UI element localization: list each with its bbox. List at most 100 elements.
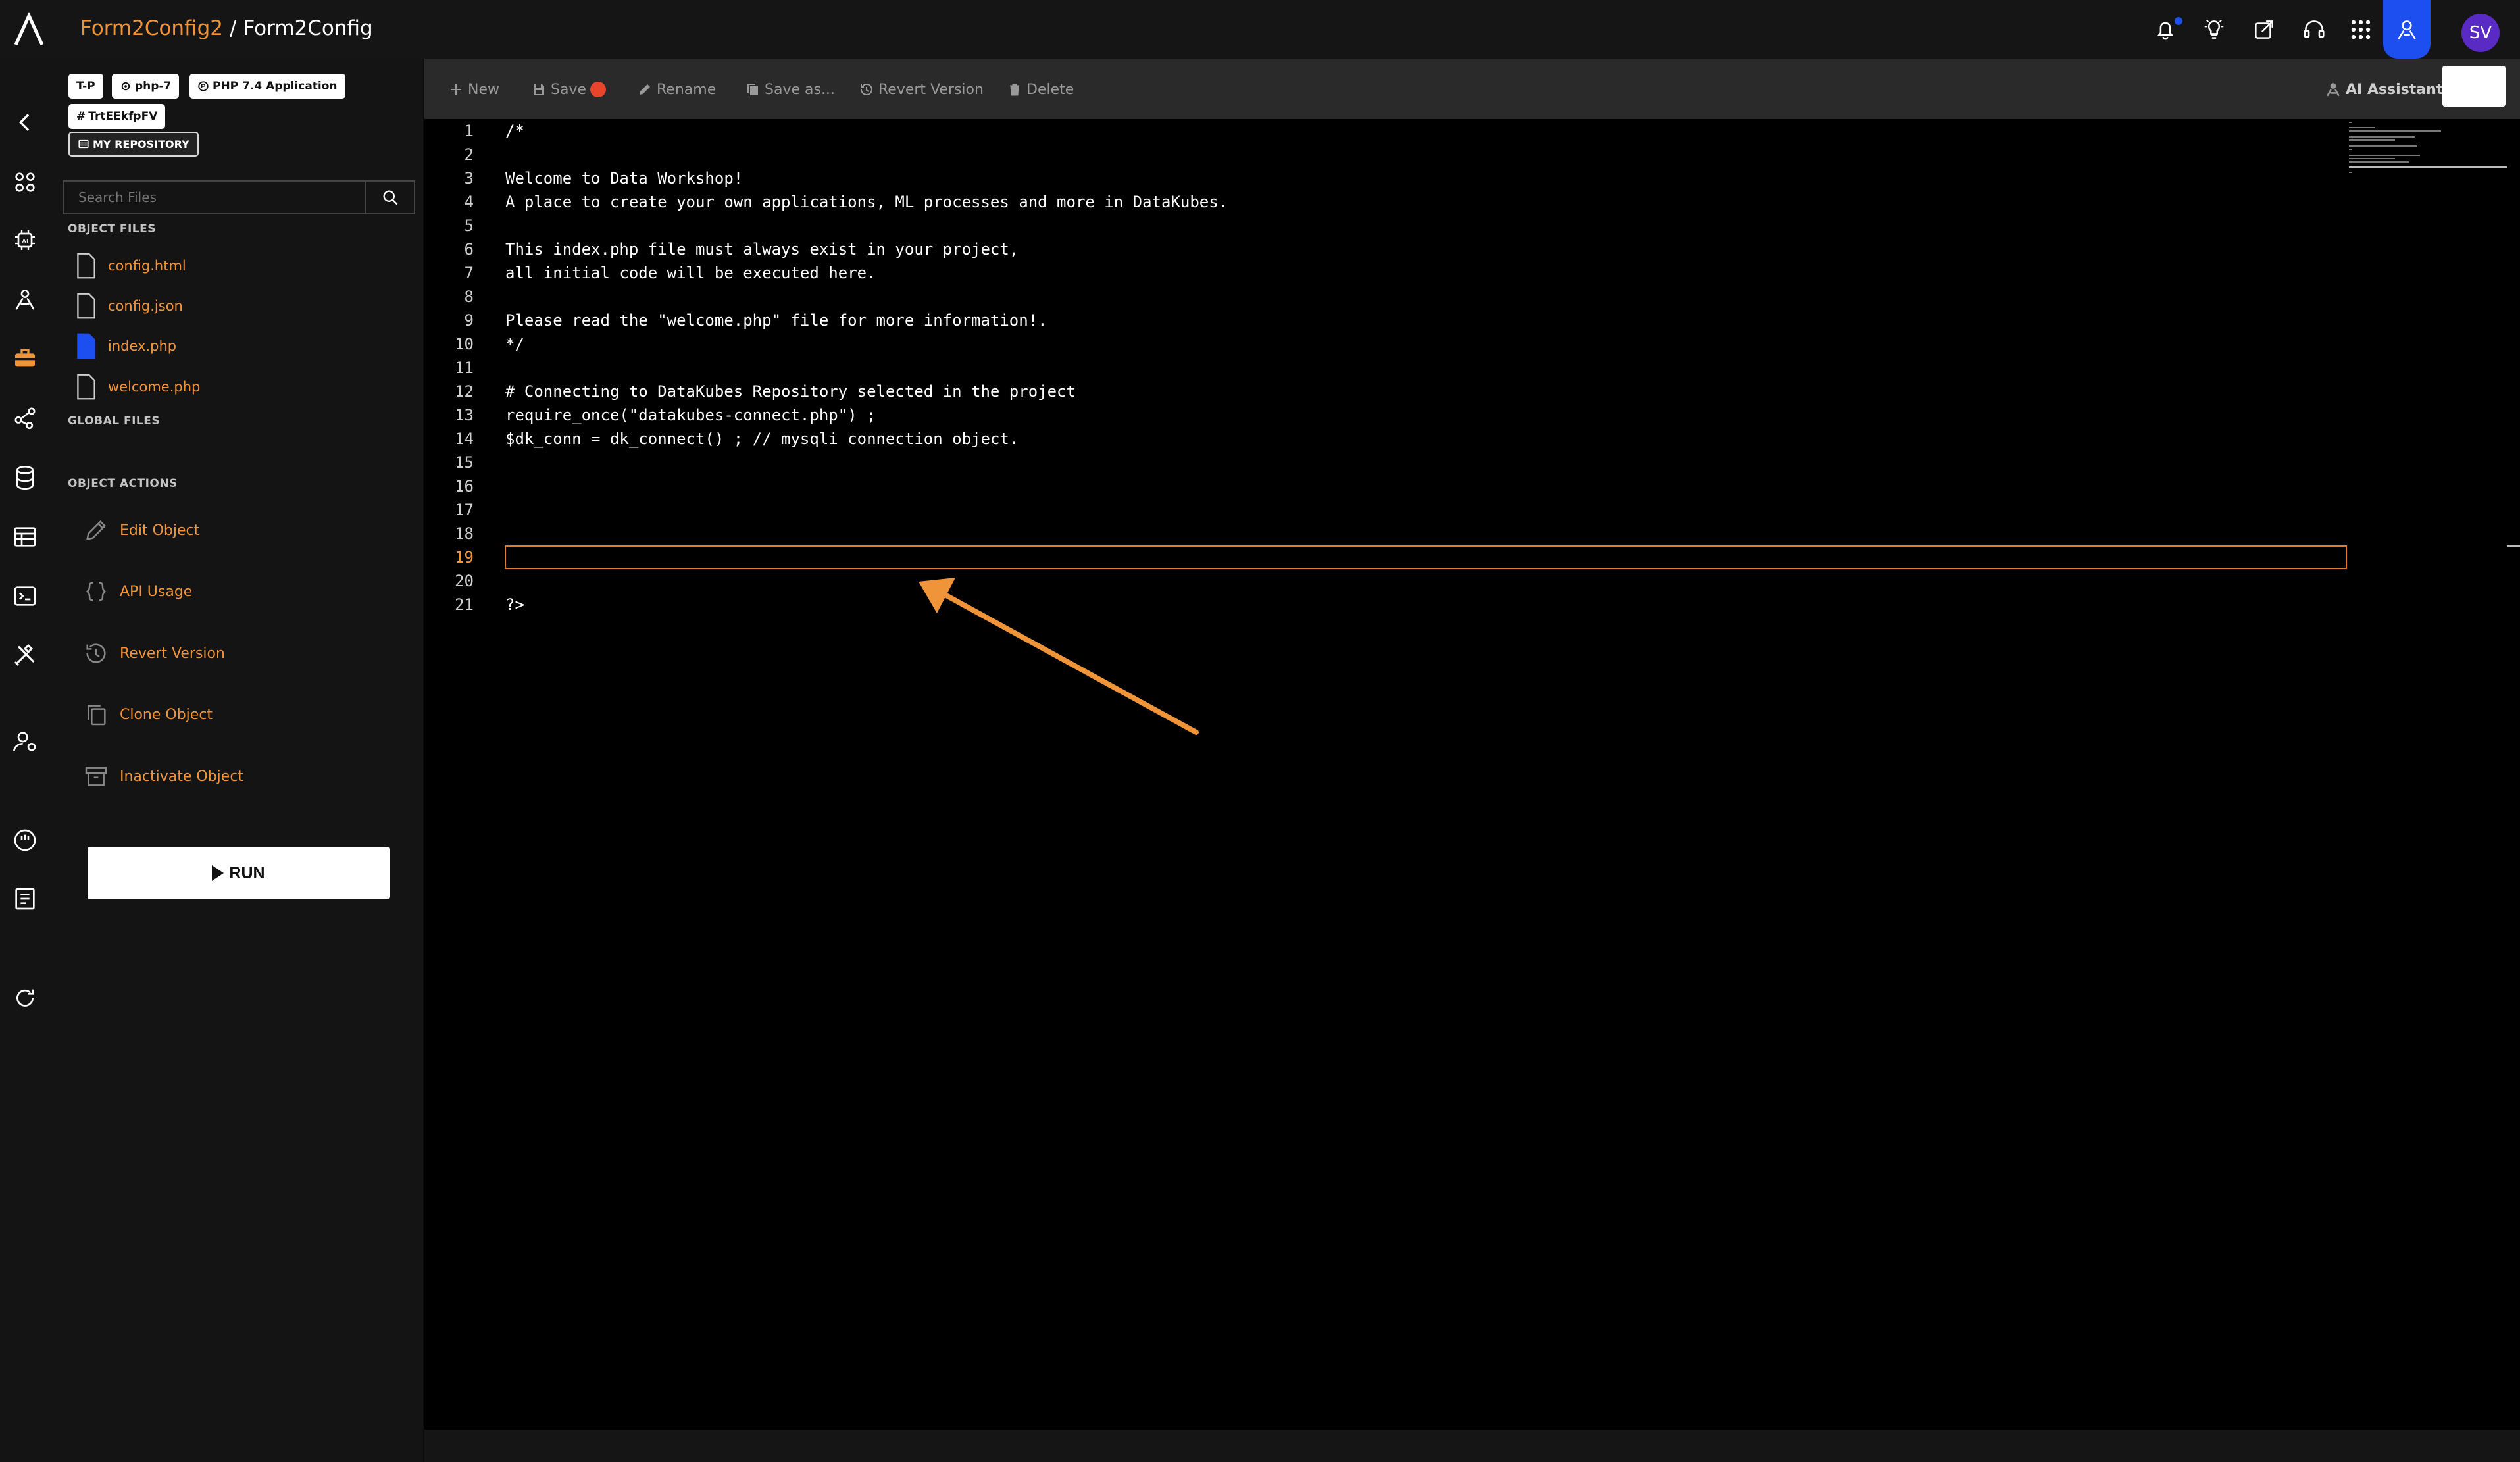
code-line[interactable]: 9 Please read the "welcome.php" file for … [424, 309, 2520, 332]
save-as-button[interactable]: Save as... [745, 75, 835, 104]
action-label: Clone Object [120, 706, 213, 723]
table-icon[interactable] [8, 520, 42, 554]
file-item[interactable]: config.html [75, 249, 186, 282]
section-object-actions: OBJECT ACTIONS [68, 477, 178, 490]
search-box [63, 180, 368, 214]
flow-icon[interactable] [8, 401, 42, 435]
tools-icon[interactable] [8, 638, 42, 672]
dashboard-icon[interactable] [8, 165, 42, 199]
code-text: A place to create your own applications,… [505, 193, 1228, 211]
save-label: Save [551, 81, 587, 98]
code-line[interactable]: 8 [424, 285, 2520, 309]
code-line[interactable]: 3 Welcome to Data Workshop! [424, 166, 2520, 190]
code-line[interactable]: 1 /* [424, 119, 2520, 143]
code-text: Please read the "welcome.php" file for m… [505, 311, 1047, 330]
revert-version-button[interactable]: Revert Version [859, 75, 984, 104]
php-icon [198, 81, 209, 91]
file-item-active[interactable]: index.php [75, 330, 176, 363]
editor-status-bar [424, 1430, 2520, 1462]
search-button[interactable] [366, 180, 415, 214]
archive-icon [80, 761, 112, 792]
code-line[interactable]: 17 [424, 498, 2520, 522]
action-label: Edit Object [120, 522, 200, 539]
code-line[interactable]: 21 ?> [424, 593, 2520, 617]
code-line[interactable]: 4 A place to create your own applications… [424, 190, 2520, 214]
gear-icon [121, 82, 130, 91]
delete-button[interactable]: Delete [1007, 75, 1074, 104]
file-name: config.json [108, 298, 183, 314]
terminal-icon[interactable] [8, 579, 42, 613]
file-icon [77, 374, 95, 400]
line-number: 8 [464, 288, 474, 306]
ai-assistant-button[interactable]: AI Assistant [2325, 75, 2443, 104]
app-logo-icon[interactable] [9, 11, 49, 49]
code-text: Welcome to Data Workshop! [505, 169, 743, 188]
tag-php-version[interactable]: php-7 [112, 74, 180, 99]
apps-grid-icon[interactable] [2346, 14, 2376, 45]
tag-app-type[interactable]: PHP 7.4 Application [189, 74, 345, 99]
ml-icon[interactable] [8, 282, 42, 316]
file-item[interactable]: welcome.php [75, 370, 200, 403]
code-line[interactable]: 13 require_once("datakubes-connect.php") … [424, 403, 2520, 427]
line-number: 14 [455, 430, 474, 448]
agent-button[interactable] [2383, 0, 2431, 59]
save-button[interactable]: Save [531, 75, 607, 104]
line-number: 18 [455, 524, 474, 543]
inactivate-object-action[interactable]: Inactivate Object [80, 759, 243, 794]
code-line[interactable]: 18 [424, 522, 2520, 545]
minimap[interactable] [2349, 119, 2507, 185]
database-icon[interactable] [8, 461, 42, 495]
line-number: 13 [455, 406, 474, 424]
breadcrumb-project[interactable]: Form2Config2 [80, 16, 223, 40]
line-number: 21 [455, 595, 474, 614]
api-usage-action[interactable]: API Usage [80, 574, 192, 609]
tag-repository[interactable]: MY REPOSITORY [68, 132, 199, 157]
dial-icon[interactable] [8, 823, 42, 857]
back-icon[interactable] [8, 105, 42, 139]
edit-object-action[interactable]: Edit Object [80, 513, 199, 547]
copy-icon [747, 84, 758, 95]
toolbar-action-button[interactable] [2442, 66, 2506, 107]
rename-button[interactable]: Rename [637, 75, 716, 104]
current-line-highlight [505, 545, 2347, 569]
file-item[interactable]: config.json [75, 290, 183, 322]
share-icon[interactable] [2249, 14, 2279, 45]
code-line[interactable]: 11 [424, 356, 2520, 380]
lightbulb-icon[interactable] [2199, 14, 2229, 45]
tag-object-id[interactable]: # TrtEEkfpFV [68, 104, 166, 129]
rename-label: Rename [657, 81, 717, 98]
revert-version-action[interactable]: Revert Version [80, 636, 225, 670]
code-text: ?> [505, 595, 524, 614]
code-line[interactable]: 7 all initial code will be executed here. [424, 261, 2520, 285]
line-number: 3 [464, 169, 474, 188]
robot-icon [2327, 83, 2340, 97]
run-button[interactable]: RUN [88, 847, 390, 899]
user-settings-icon[interactable] [8, 724, 42, 759]
code-line[interactable]: 5 [424, 214, 2520, 238]
search-input[interactable] [64, 182, 368, 213]
run-label: RUN [229, 863, 265, 882]
unsaved-indicator [590, 82, 607, 97]
line-number: 15 [455, 453, 474, 472]
code-line[interactable]: 6 This index.php file must always exist i… [424, 238, 2520, 261]
code-line[interactable]: 10 */ [424, 332, 2520, 356]
notification-dot [2175, 17, 2182, 25]
code-line[interactable]: 14 $dk_conn = dk_connect() ; // mysqli co… [424, 427, 2520, 451]
code-line[interactable]: 2 [424, 143, 2520, 166]
book-icon[interactable] [8, 882, 42, 916]
headset-icon[interactable] [2299, 14, 2329, 45]
code-line[interactable]: 20 [424, 569, 2520, 593]
new-button[interactable]: New [448, 75, 499, 104]
workshop-icon[interactable] [8, 341, 42, 375]
file-icon [77, 333, 95, 359]
refresh-icon[interactable] [8, 981, 42, 1015]
clone-object-action[interactable]: Clone Object [80, 697, 213, 732]
code-line[interactable]: 12 # Connecting to DataKubes Repository s… [424, 380, 2520, 403]
tag-template[interactable]: T-P [68, 74, 103, 99]
avatar[interactable]: SV [2461, 14, 2500, 52]
code-line[interactable]: 16 [424, 474, 2520, 498]
ai-assistant-label: AI Assistant [2346, 81, 2444, 98]
tag-label: MY REPOSITORY [93, 138, 189, 151]
code-line[interactable]: 15 [424, 451, 2520, 474]
ai-chip-icon[interactable]: AI [8, 223, 42, 257]
